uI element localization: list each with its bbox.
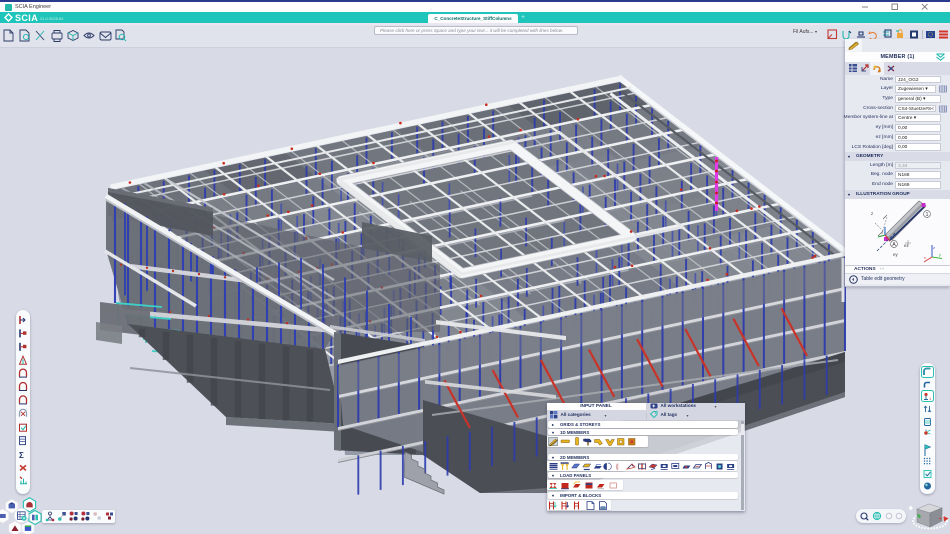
svg-text:Σ: Σ: [19, 451, 24, 460]
svg-text:1: 1: [926, 212, 929, 218]
svg-text:y: y: [939, 252, 941, 257]
svg-text:ez: ez: [904, 243, 910, 248]
svg-text:x: x: [924, 255, 926, 260]
svg-text:ey: ey: [893, 252, 899, 257]
svg-text:z: z: [933, 245, 935, 250]
svg-text:z: z: [871, 211, 874, 216]
